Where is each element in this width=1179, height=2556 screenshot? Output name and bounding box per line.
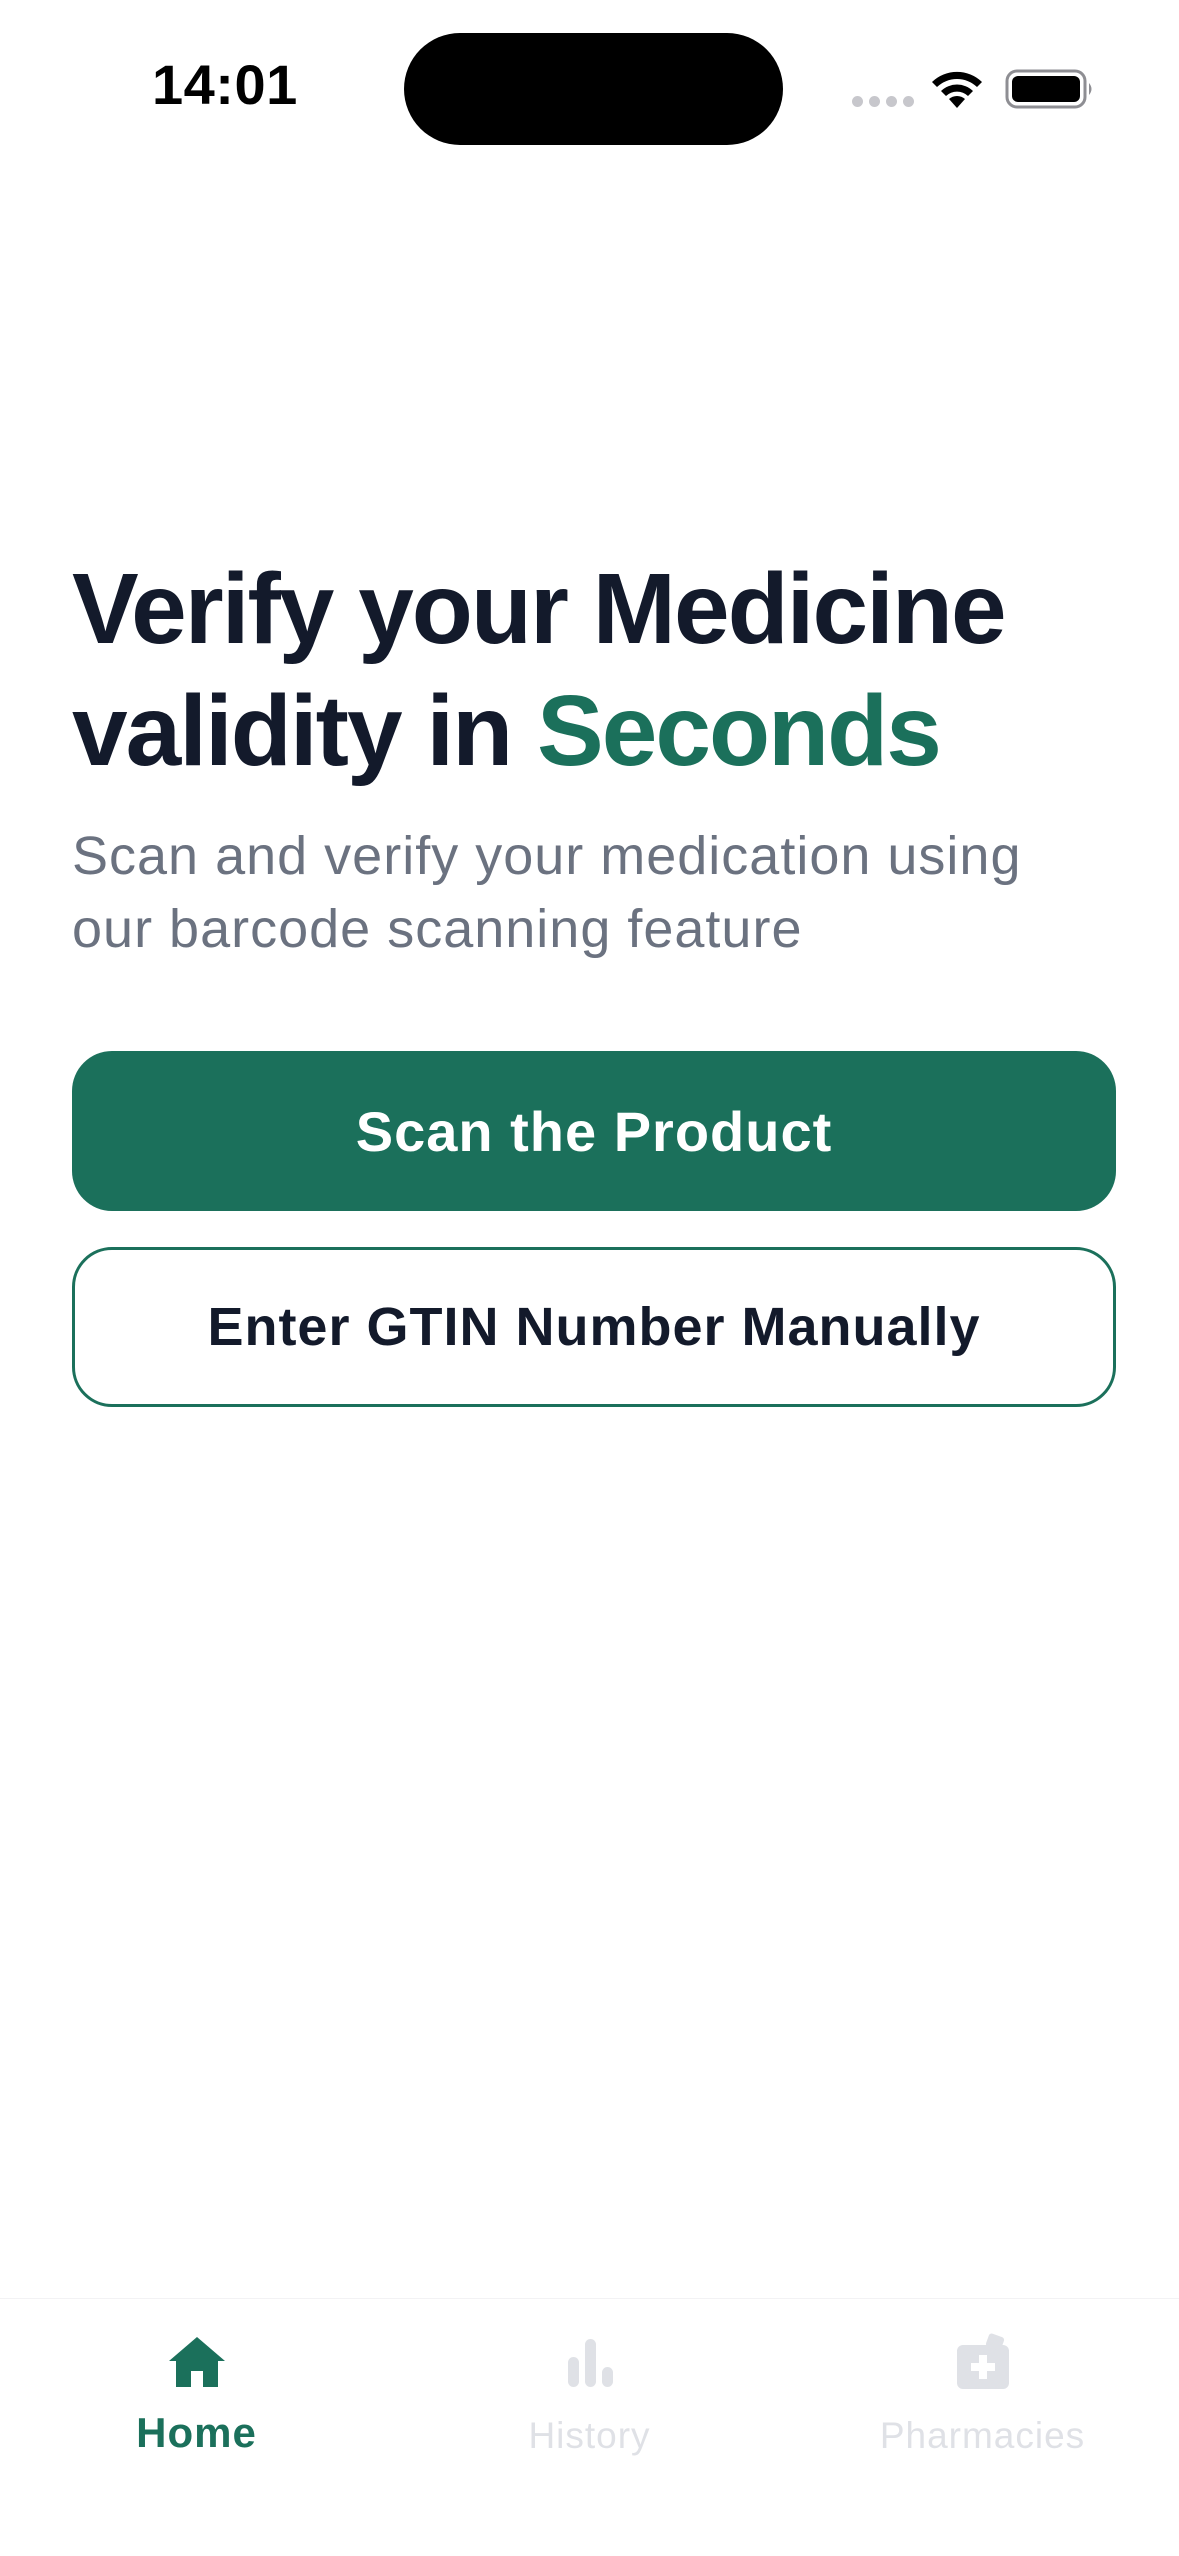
tab-home[interactable]: Home [0, 2299, 393, 2499]
tab-history-label: History [528, 2415, 651, 2456]
tab-pharmacies-label: Pharmacies [879, 2415, 1086, 2456]
status-bar: 14:01 [0, 0, 1179, 170]
status-time: 14:01 [152, 53, 298, 116]
hero-title-line2-prefix: validity in [72, 675, 538, 787]
bar-chart-icon [567, 2339, 613, 2387]
cellular-signal-icon [852, 96, 914, 108]
tab-home-label: Home [136, 2409, 257, 2456]
tab-history[interactable]: History [393, 2299, 786, 2499]
dynamic-island [404, 33, 783, 145]
enter-gtin-manually-button[interactable]: Enter GTIN Number Manually [72, 1247, 1116, 1407]
hero-subtitle: Scan and verify your medication using ou… [72, 826, 1022, 959]
home-icon [168, 2337, 225, 2387]
tab-bar: Home History Pharmacies [0, 2298, 1179, 2556]
pharmacy-icon [956, 2333, 1009, 2389]
hero-title-line1: Verify your Medicine [72, 553, 1007, 665]
hero-title: Verify your Medicine validity in Seconds [72, 548, 1112, 792]
battery-icon [1005, 69, 1092, 109]
tab-pharmacies[interactable]: Pharmacies [786, 2299, 1179, 2499]
wifi-icon [932, 71, 982, 108]
hero-title-accent: Seconds [537, 675, 942, 787]
scan-product-button[interactable]: Scan the Product [72, 1051, 1116, 1211]
